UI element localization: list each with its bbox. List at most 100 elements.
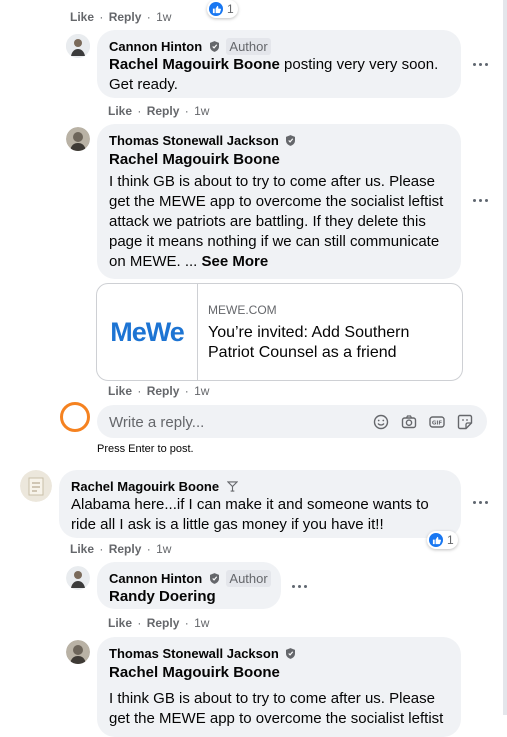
reply-link[interactable]: Reply — [147, 616, 180, 630]
more-options-icon[interactable] — [473, 62, 489, 68]
camera-icon[interactable] — [401, 414, 417, 430]
author-name[interactable]: Cannon Hinton — [109, 39, 202, 54]
like-link[interactable]: Like — [108, 616, 132, 630]
emoji-icon[interactable] — [373, 414, 389, 430]
mention-link[interactable]: Rachel Magouirk Boone — [109, 663, 449, 683]
comment-actions: Like · Reply · 1w — [70, 542, 171, 556]
comment-body-line: I think GB is about to try to come after… — [109, 173, 435, 190]
avatar[interactable] — [66, 566, 90, 590]
like-link[interactable]: Like — [70, 542, 94, 556]
separator: · — [146, 10, 151, 24]
comment-body-line2: Get ready. — [109, 76, 178, 93]
author-name[interactable]: Rachel Magouirk Boone — [71, 479, 219, 494]
separator: · — [146, 542, 151, 556]
verified-shield-icon — [286, 648, 296, 659]
comment-author-row: Thomas Stonewall Jackson — [109, 645, 449, 662]
more-options-icon[interactable] — [292, 584, 308, 590]
comment-body: posting very very soon. — [284, 56, 439, 73]
reply-link[interactable]: Reply — [109, 10, 142, 24]
reply-hint: Press Enter to post. — [97, 443, 194, 455]
sticker-icon[interactable] — [457, 414, 473, 430]
comment-body-line: I think GB is about to try to come after… — [109, 690, 435, 707]
cocktail-icon — [226, 481, 238, 492]
avatar[interactable] — [20, 470, 52, 502]
comment-author-row: Thomas Stonewall Jackson — [109, 132, 449, 149]
reply-link[interactable]: Reply — [147, 384, 180, 398]
user-avatar-highlight — [60, 402, 90, 432]
timestamp[interactable]: 1w — [156, 542, 171, 556]
comment-actions: Like · Reply · 1w — [108, 104, 209, 118]
author-badge: Author — [226, 38, 271, 55]
separator: · — [137, 616, 142, 630]
scrollbar-track[interactable] — [503, 0, 507, 715]
like-link[interactable]: Like — [108, 384, 132, 398]
comment-author-row: Cannon Hinton Author — [109, 570, 271, 587]
svg-text:GIF: GIF — [432, 421, 443, 427]
link-domain: MEWE.COM — [208, 303, 277, 317]
comment-actions: Like · Reply · 1w — [108, 616, 209, 630]
reaction-count-badge[interactable]: 1 — [427, 531, 458, 549]
link-card-thumbnail: MeWe — [97, 284, 198, 380]
separator: · — [137, 384, 142, 398]
verified-shield-icon — [209, 41, 219, 52]
separator: · — [99, 542, 104, 556]
comment-text: Alabama here...if I can make it and some… — [71, 495, 449, 535]
timestamp[interactable]: 1w — [194, 104, 209, 118]
like-link[interactable]: Like — [108, 104, 132, 118]
comment-author-row: Cannon Hinton Author — [109, 38, 449, 55]
comment-bubble: Thomas Stonewall Jackson Rachel Magouirk… — [97, 637, 461, 737]
comment-bubble: Cannon Hinton Author Randy Doering — [97, 562, 281, 609]
see-more-link[interactable]: See More — [202, 253, 269, 270]
avatar[interactable] — [66, 640, 90, 664]
comment-body-line: page it means nothing if we can still co… — [109, 233, 440, 250]
separator: · — [184, 384, 189, 398]
comment-body-line: get the MEWE app to overcome the sociali… — [109, 710, 444, 727]
link-preview-card[interactable]: MeWe MEWE.COM You’re invited: Add Southe… — [96, 283, 463, 381]
link-title: You’re invited: Add Southern Patriot Cou… — [208, 323, 409, 363]
comment-author-row: Rachel Magouirk Boone — [71, 478, 449, 495]
author-badge: Author — [226, 570, 271, 587]
timestamp[interactable]: 1w — [194, 616, 209, 630]
separator: · — [184, 104, 189, 118]
author-name[interactable]: Cannon Hinton — [109, 571, 202, 586]
comment-actions: Like · Reply · 1w — [108, 384, 209, 398]
reaction-count: 1 — [447, 533, 454, 547]
reply-input-box[interactable]: Write a reply... GIF — [97, 405, 487, 438]
reply-link[interactable]: Reply — [109, 542, 142, 556]
comment-body-line: Alabama here...if I can make it and some… — [71, 496, 429, 513]
comment-body-line: attack we patriots are battling. If they… — [109, 213, 426, 230]
link-title-line: You’re invited: Add Southern — [208, 324, 410, 341]
gif-icon[interactable]: GIF — [429, 414, 445, 430]
reply-link[interactable]: Reply — [147, 104, 180, 118]
link-title-line: Patriot Counsel as a friend — [208, 344, 397, 361]
timestamp[interactable]: 1w — [194, 384, 209, 398]
author-name[interactable]: Thomas Stonewall Jackson — [109, 133, 279, 148]
comment-bubble: Thomas Stonewall Jackson Rachel Magouirk… — [97, 124, 461, 279]
comment-actions-top: Like · Reply · 1w — [70, 10, 171, 24]
separator: · — [99, 10, 104, 24]
author-name[interactable]: Thomas Stonewall Jackson — [109, 646, 279, 661]
comment-text: Rachel Magouirk Boone posting very very … — [109, 55, 449, 95]
reaction-count: 1 — [227, 2, 234, 16]
mention-link[interactable]: Rachel Magouirk Boone — [109, 150, 449, 170]
mention-link[interactable]: Randy Doering — [109, 587, 269, 607]
separator: · — [137, 104, 142, 118]
avatar[interactable] — [66, 34, 90, 58]
like-icon — [209, 2, 223, 16]
verified-shield-icon — [209, 573, 219, 584]
timestamp[interactable]: 1w — [156, 10, 171, 24]
like-link[interactable]: Like — [70, 10, 94, 24]
reaction-count-badge[interactable]: 1 — [207, 0, 238, 18]
reply-input[interactable]: Write a reply... — [109, 414, 204, 431]
separator: · — [184, 616, 189, 630]
avatar[interactable] — [66, 127, 90, 151]
mewe-logo: MeWe — [110, 316, 185, 347]
comment-bubble: Rachel Magouirk Boone Alabama here...if … — [59, 470, 461, 538]
comment-body-line: get the MEWE app to overcome the sociali… — [109, 193, 444, 210]
like-icon — [429, 533, 443, 547]
comment-bubble: Cannon Hinton Author Rachel Magouirk Boo… — [97, 30, 461, 98]
mention-link[interactable]: Rachel Magouirk Boone — [109, 56, 280, 73]
more-options-icon[interactable] — [473, 500, 489, 506]
more-options-icon[interactable] — [473, 198, 489, 204]
comment-body-line: on MEWE. ... — [109, 253, 198, 270]
